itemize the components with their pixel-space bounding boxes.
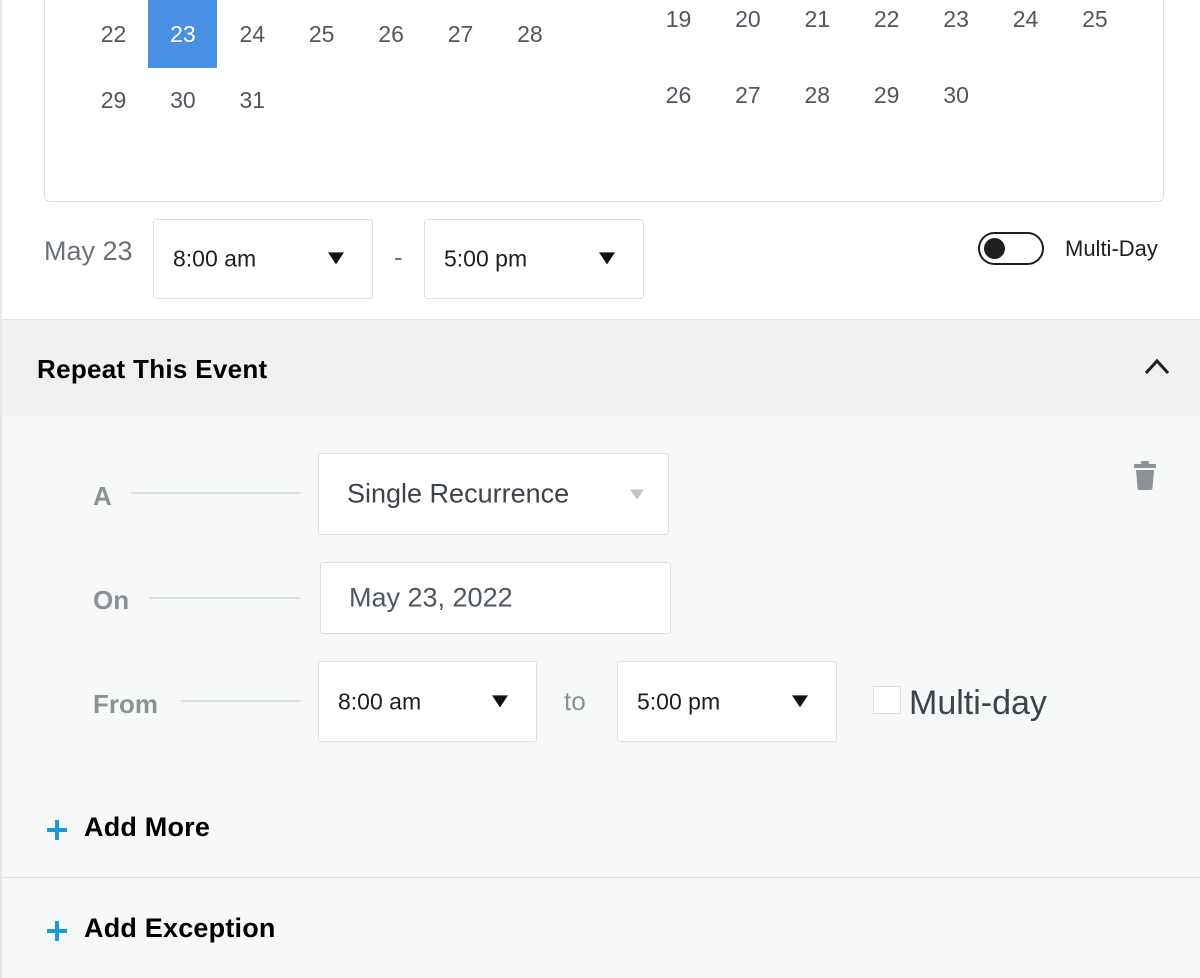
recurrence-time-label: From	[93, 689, 158, 719]
recurrence-type-select[interactable]: Single Recurrence	[318, 453, 669, 535]
chevron-up-icon[interactable]	[1143, 356, 1171, 376]
start-time-select[interactable]: 8:00 am	[153, 219, 373, 299]
dropdown-arrow-icon	[328, 252, 344, 265]
row-connector-line	[131, 492, 300, 494]
recurrence-start-time-value: 8:00 am	[338, 688, 422, 714]
recurrence-date-input[interactable]: May 23, 2022	[320, 562, 671, 634]
calendar-day[interactable]: 28	[783, 61, 852, 129]
dropdown-arrow-icon	[792, 694, 808, 707]
trash-icon[interactable]	[1133, 461, 1157, 490]
plus-icon	[47, 920, 67, 941]
dropdown-arrow-icon	[492, 694, 508, 707]
calendar-day[interactable]: 30	[922, 61, 991, 129]
dropdown-arrow-icon	[630, 489, 644, 500]
plus-icon	[47, 819, 67, 840]
calendar-day[interactable]: 24	[991, 0, 1060, 53]
multi-day-toggle[interactable]	[978, 232, 1044, 265]
section-divider	[2, 877, 1200, 878]
calendar-picker: 22 23 24 25 26 27 28 29 30 31 19 20 21 22 23 24 25 26 27 2…	[44, 0, 1164, 202]
calendar-day[interactable]: 25	[1060, 0, 1129, 53]
row-connector-line	[149, 597, 300, 599]
calendar-day[interactable]: 30	[148, 66, 217, 134]
row-connector-line	[181, 700, 300, 702]
recurrence-start-time-select[interactable]: 8:00 am	[318, 661, 537, 742]
time-range-separator: -	[394, 242, 403, 272]
recurrence-end-time-select[interactable]: 5:00 pm	[617, 661, 837, 742]
add-more-label: Add More	[84, 812, 211, 842]
add-exception-label: Add Exception	[84, 913, 276, 943]
toggle-knob-icon	[984, 238, 1005, 259]
calendar-day[interactable]: 27	[713, 61, 782, 129]
calendar-day[interactable]: 25	[287, 0, 356, 68]
calendar-day[interactable]: 26	[644, 61, 713, 129]
time-to-label: to	[564, 686, 586, 716]
calendar-day-selected[interactable]: 23	[148, 0, 218, 68]
event-date-editor: 22 23 24 25 26 27 28 29 30 31 19 20 21 22 23 24 25 26 27 2…	[0, 0, 1200, 978]
recurrence-multi-day-label: Multi-day	[909, 684, 1047, 722]
recurrence-end-time-value: 5:00 pm	[637, 688, 721, 714]
calendar-day[interactable]: 19	[644, 0, 713, 53]
date-time-panel: 22 23 24 25 26 27 28 29 30 31 19 20 21 22 23 24 25 26 27 2…	[0, 0, 1200, 320]
calendar-day[interactable]: 21	[783, 0, 852, 53]
add-more-button[interactable]: Add More	[46, 812, 210, 843]
calendar-day[interactable]: 24	[218, 0, 287, 68]
calendar-day[interactable]: 26	[357, 0, 426, 68]
selected-date-label: May 23	[44, 236, 133, 266]
calendar-day[interactable]: 29	[79, 66, 148, 134]
calendar-day[interactable]: 27	[426, 0, 495, 68]
recurrence-type-value: Single Recurrence	[347, 478, 570, 509]
calendar-day[interactable]: 22	[852, 0, 921, 53]
dropdown-arrow-icon	[599, 252, 615, 265]
add-exception-button[interactable]: Add Exception	[46, 913, 276, 944]
recurrence-date-value: May 23, 2022	[349, 582, 513, 613]
repeat-section-title: Repeat This Event	[37, 354, 268, 384]
calendar-day[interactable]: 23	[922, 0, 991, 53]
calendar-day[interactable]: 31	[218, 66, 287, 134]
end-time-select[interactable]: 5:00 pm	[424, 219, 644, 299]
calendar-day[interactable]: 29	[852, 61, 921, 129]
calendar-day[interactable]: 20	[713, 0, 782, 53]
calendar-day[interactable]: 22	[79, 0, 148, 68]
recurrence-multi-day-checkbox[interactable]	[873, 686, 901, 714]
recurrence-date-label: On	[93, 585, 130, 615]
end-time-value: 5:00 pm	[444, 245, 528, 272]
calendar-day[interactable]: 28	[495, 0, 564, 68]
repeat-section-header[interactable]: Repeat This Event	[0, 320, 1200, 416]
recurrence-type-label: A	[93, 481, 112, 511]
start-time-value: 8:00 am	[173, 245, 257, 272]
multi-day-toggle-label: Multi-Day	[1065, 236, 1158, 261]
